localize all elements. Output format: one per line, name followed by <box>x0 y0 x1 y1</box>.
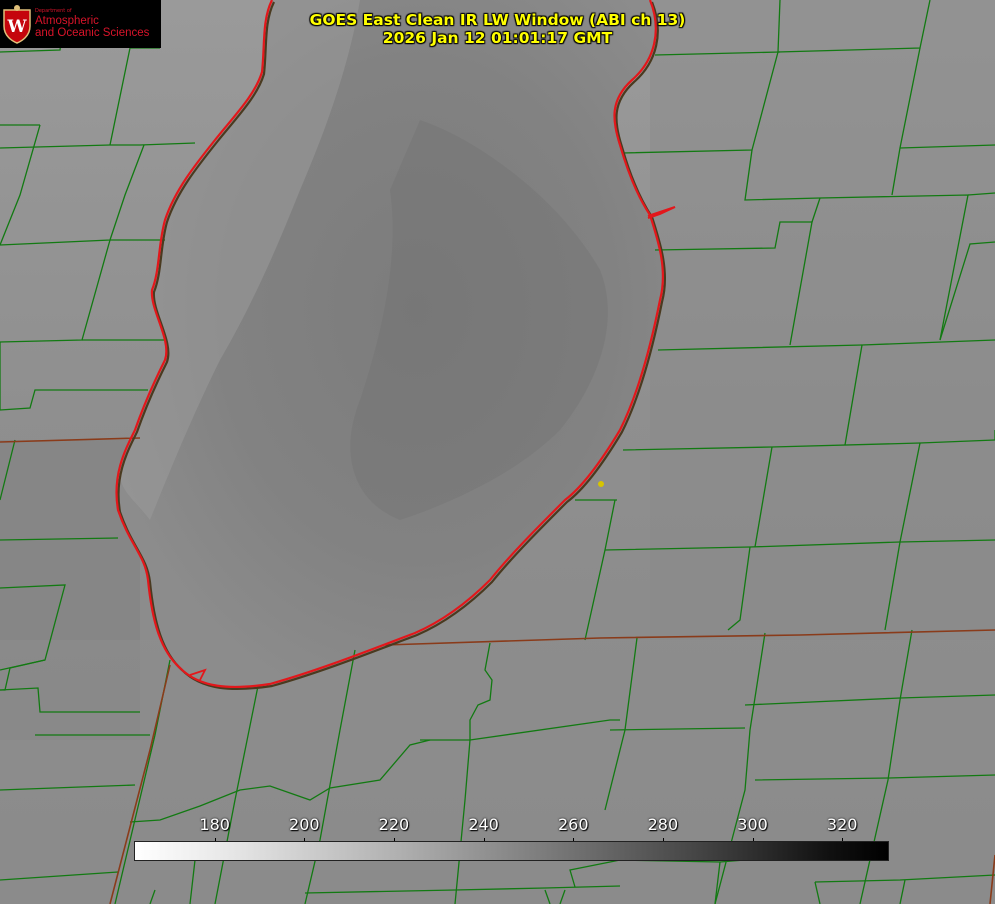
colorbar-tick-label: 200 <box>289 815 320 834</box>
colorbar-tick-label: 280 <box>647 815 679 834</box>
image-title: GOES East Clean IR LW Window (ABI ch 13)… <box>0 11 995 47</box>
colorbar-tick-label: 240 <box>468 815 499 834</box>
colorbar-tick-label: 320 <box>826 815 858 834</box>
title-product: GOES East Clean IR LW Window (ABI ch 13) <box>309 11 686 29</box>
colorbar-tick-label: 220 <box>378 815 410 834</box>
satellite-map <box>0 0 995 904</box>
satellite-image-viewer: W Department of Atmospheric and Oceanic … <box>0 0 995 904</box>
title-timestamp: 2026 Jan 12 01:01:17 GMT <box>382 29 613 47</box>
land-bottom <box>0 640 995 904</box>
colorbar <box>134 841 889 861</box>
colorbar-tick-label: 180 <box>199 815 230 834</box>
location-marker <box>598 481 604 487</box>
colorbar-tick-label: 260 <box>557 815 589 834</box>
colorbar-ticks: 180 200 220 240 260 280 300 320 <box>0 812 995 843</box>
colorbar-tick-label: 300 <box>737 815 768 834</box>
